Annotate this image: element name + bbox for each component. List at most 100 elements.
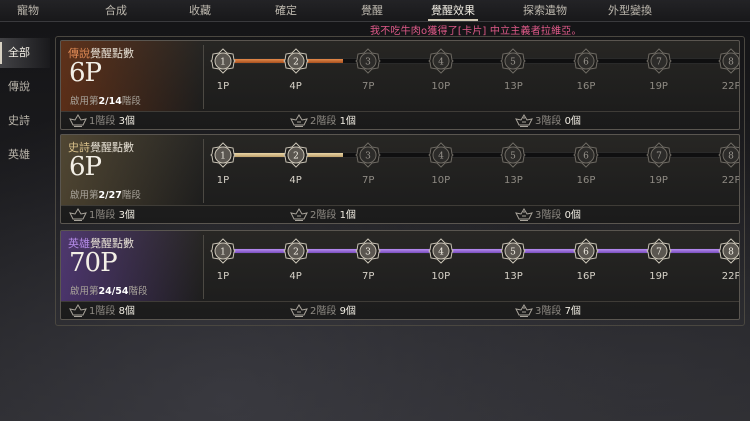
card-summary: 傳說覺醒點數 6P 啟用第2/14階段: [61, 41, 203, 111]
svg-text:2: 2: [293, 58, 299, 68]
stage-crest-icon: [69, 208, 87, 222]
card-divider-vertical: [203, 235, 204, 299]
stage-node-1[interactable]: 1: [210, 142, 236, 168]
stage-node-7[interactable]: 7: [645, 238, 672, 264]
svg-text:8: 8: [728, 58, 734, 68]
tab-explore-relic[interactable]: 探索遺物: [500, 0, 590, 22]
card-divider-horizontal: [61, 111, 739, 112]
stage-node-6[interactable]: 6: [573, 142, 599, 168]
stage-node-6[interactable]: 6: [573, 238, 599, 264]
stage-label: 1階段: [89, 306, 116, 317]
enabled-prefix: 啟用第: [70, 286, 99, 297]
stage-node-points: 16P: [576, 271, 596, 282]
stage-node-1[interactable]: 1: [210, 238, 236, 264]
stage-label: 1階段: [89, 210, 116, 221]
stage-node-7[interactable]: 7: [645, 142, 672, 168]
stage-count-value: 0個: [564, 210, 581, 221]
stage-node-points: 10P: [431, 81, 451, 92]
card-divider-vertical: [203, 139, 204, 203]
tab-collection[interactable]: 收藏: [155, 0, 245, 22]
stage-node-points: 16P: [576, 175, 596, 186]
enabled-prefix: 啟用第: [70, 96, 99, 107]
stage-count-2: 2階段 1個: [290, 208, 356, 223]
enabled-suffix: 階段: [121, 190, 141, 201]
sidebar-item-hero[interactable]: 英雄: [0, 140, 50, 170]
stage-node-6[interactable]: 6: [573, 48, 599, 74]
svg-text:8: 8: [728, 248, 734, 258]
tab-awaken-effect[interactable]: 覺醒效果: [408, 0, 498, 22]
stage-node-2[interactable]: 2: [282, 142, 309, 168]
tab-pet[interactable]: 寵物: [0, 0, 73, 22]
stage-node-points: 10P: [431, 175, 451, 186]
enabled-value: 2/27: [98, 190, 122, 201]
stage-node-8[interactable]: 8: [718, 142, 739, 168]
awaken-card-epic: 史詩覺醒點數 6P 啟用第2/27階段 1 1P 2 4P 3 7P 4 10P 5 13P 6 16P 7 1…: [60, 134, 740, 224]
stage-node-points: 1P: [216, 81, 230, 92]
stage-count-value: 7個: [564, 306, 581, 317]
stage-node-points: 1P: [216, 271, 230, 282]
svg-text:7: 7: [656, 248, 662, 258]
svg-text:4: 4: [438, 248, 444, 258]
tab-appearance-change[interactable]: 外型變換: [585, 0, 675, 22]
stage-count-1: 1階段 3個: [69, 208, 135, 223]
stage-count-3: 3階段 0個: [515, 208, 581, 223]
tab-confirm[interactable]: 確定: [241, 0, 331, 22]
stage-node-5[interactable]: 5: [500, 142, 527, 168]
awaken-points: 70P: [69, 248, 118, 278]
stage-label: 2階段: [310, 116, 337, 127]
stage-label: 3階段: [535, 306, 562, 317]
stage-label: 2階段: [310, 306, 337, 317]
stage-node-8[interactable]: 8: [718, 48, 739, 74]
stage-node-5[interactable]: 5: [500, 48, 527, 74]
stage-crest-icon: [515, 304, 533, 318]
top-tab-bar: 寵物 合成 收藏 確定 覺醒 覺醒效果 探索遺物 外型變換: [0, 0, 750, 22]
stage-node-points: 7P: [361, 175, 375, 186]
stage-count-value: 3個: [118, 116, 135, 127]
stage-node-5[interactable]: 5: [500, 238, 527, 264]
stage-label: 3階段: [535, 116, 562, 127]
stage-node-points: 7P: [361, 81, 375, 92]
tab-awaken[interactable]: 覺醒: [327, 0, 417, 22]
card-divider-vertical: [203, 45, 204, 109]
svg-text:4: 4: [438, 58, 444, 68]
svg-text:1: 1: [220, 58, 226, 68]
svg-text:1: 1: [220, 152, 226, 162]
svg-text:5: 5: [511, 152, 517, 162]
stage-node-2[interactable]: 2: [282, 238, 309, 264]
svg-text:8: 8: [728, 152, 734, 162]
stage-node-2[interactable]: 2: [282, 48, 309, 74]
sidebar-item-legend[interactable]: 傳說: [0, 72, 50, 102]
sidebar-item-all[interactable]: 全部: [0, 38, 50, 68]
enabled-value: 2/14: [98, 96, 122, 107]
stage-node-4[interactable]: 4: [428, 48, 454, 74]
stage-node-7[interactable]: 7: [645, 48, 672, 74]
stage-node-points: 19P: [649, 81, 668, 92]
enabled-stage-text: 啟用第24/54階段: [70, 283, 147, 297]
svg-text:6: 6: [583, 152, 589, 162]
tab-synthesis[interactable]: 合成: [71, 0, 161, 22]
stage-node-8[interactable]: 8: [718, 238, 739, 264]
svg-text:7: 7: [656, 152, 662, 162]
stage-node-4[interactable]: 4: [428, 238, 454, 264]
stage-node-points: 13P: [504, 175, 523, 186]
stage-node-3[interactable]: 3: [355, 142, 381, 168]
stage-node-points: 1P: [216, 175, 230, 186]
stage-label: 2階段: [310, 210, 337, 221]
stage-node-points: 4P: [289, 81, 302, 92]
stage-node-points: 13P: [504, 271, 523, 282]
sidebar-item-epic[interactable]: 史詩: [0, 106, 50, 136]
stage-count-1: 1階段 8個: [69, 304, 135, 319]
stage-node-1[interactable]: 1: [210, 48, 236, 74]
stage-node-points: 22P: [721, 81, 740, 92]
card-divider-horizontal: [61, 205, 739, 206]
stage-count-value: 8個: [118, 306, 135, 317]
stage-node-3[interactable]: 3: [355, 48, 381, 74]
stage-node-points: 22P: [721, 271, 740, 282]
stage-node-3[interactable]: 3: [355, 238, 381, 264]
svg-text:4: 4: [438, 152, 444, 162]
awaken-points: 6P: [69, 152, 102, 182]
svg-text:2: 2: [293, 248, 299, 258]
stage-node-4[interactable]: 4: [428, 142, 454, 168]
stage-crest-icon: [290, 304, 308, 318]
svg-text:2: 2: [293, 152, 299, 162]
